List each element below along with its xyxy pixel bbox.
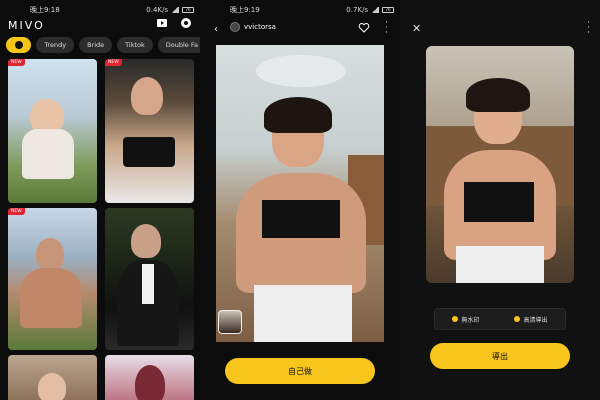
black-top	[262, 200, 340, 238]
more-options-icon[interactable]: · · ·	[587, 19, 590, 38]
status-time: 晚上9:19	[230, 6, 260, 14]
status-time: 晚上9:18	[30, 6, 60, 14]
more-options-icon[interactable]: · · ·	[385, 19, 388, 38]
template-card[interactable]	[105, 208, 194, 350]
export-button[interactable]: 導出	[430, 343, 570, 369]
result-preview[interactable]	[426, 46, 574, 283]
template-detail-screen: 晚上9:19 0.7K/s 76 ‹ vvictorsa · · · 自己做	[200, 0, 400, 400]
app-logo: MIVO	[8, 19, 45, 32]
white-pants	[456, 246, 544, 283]
do-it-yourself-button[interactable]: 自己做	[225, 358, 375, 384]
avatar	[230, 22, 240, 32]
new-badge: NEW	[105, 59, 122, 66]
tab-bride[interactable]: Bride	[79, 37, 113, 53]
no-watermark-option[interactable]: 無水印	[452, 315, 480, 324]
clock-icon	[14, 41, 23, 49]
portrait-hair	[466, 78, 530, 112]
battery-level: 76	[385, 7, 391, 12]
portrait-body	[20, 268, 82, 328]
no-watermark-label: 無水印	[461, 316, 480, 324]
battery-icon: 76	[382, 7, 394, 13]
new-badge: NEW	[8, 208, 25, 215]
portrait-body	[22, 129, 74, 179]
template-card[interactable]: NEW	[105, 59, 194, 203]
template-video-preview[interactable]	[216, 45, 384, 342]
status-bar: 晚上9:19 0.7K/s 76	[200, 4, 400, 16]
close-icon[interactable]: ✕	[412, 22, 421, 35]
white-pants	[254, 285, 352, 342]
portrait-body	[123, 137, 175, 167]
signal-icon	[171, 7, 179, 13]
hd-export-label: 高清導出	[523, 316, 548, 324]
tab-history[interactable]	[6, 37, 32, 53]
export-options: 無水印 高清導出	[434, 308, 566, 330]
creator-info[interactable]: vvictorsa	[230, 22, 276, 32]
settings-icon[interactable]	[180, 17, 192, 29]
portrait-image	[131, 77, 163, 115]
template-card[interactable]	[105, 355, 194, 400]
template-card[interactable]: NEW	[8, 208, 97, 350]
status-speed: 0.4K/s	[146, 6, 168, 14]
portrait-image	[30, 99, 64, 133]
hd-export-option[interactable]: 高清導出	[514, 315, 548, 324]
shirt	[142, 264, 154, 304]
portrait-image	[36, 238, 64, 270]
black-top	[464, 182, 534, 222]
portrait-image	[38, 373, 66, 400]
template-card[interactable]	[8, 355, 97, 400]
portrait-image	[131, 224, 161, 258]
battery-icon: 76	[182, 7, 194, 13]
tab-double-face[interactable]: Double Fa	[157, 37, 200, 53]
tab-tiktok[interactable]: Tiktok	[117, 37, 153, 53]
sparkle-icon	[452, 316, 459, 322]
face-thumbnail[interactable]	[218, 310, 242, 334]
battery-level: 76	[185, 7, 191, 12]
ceiling-light	[256, 55, 346, 87]
portrait-hair	[264, 97, 332, 133]
new-badge: NEW	[8, 59, 25, 66]
tab-trendy[interactable]: Trendy	[36, 37, 75, 53]
signal-icon	[371, 7, 379, 13]
portrait-image	[135, 365, 165, 400]
heart-icon[interactable]	[358, 22, 370, 34]
back-icon[interactable]: ‹	[214, 24, 218, 35]
export-screen: ✕ · · · 無水印 高清導出 導出	[400, 0, 600, 400]
home-screen: 晚上9:18 0.4K/s 76 MIVO Trendy Bride Tikto…	[0, 0, 200, 400]
template-card[interactable]: NEW	[8, 59, 97, 203]
sparkle-icon	[514, 316, 521, 322]
status-speed: 0.7K/s	[346, 6, 368, 14]
video-library-icon[interactable]	[156, 17, 168, 29]
status-bar: 晚上9:18 0.4K/s 76	[0, 4, 200, 16]
username: vvictorsa	[244, 23, 276, 31]
category-tabs: Trendy Bride Tiktok Double Fa	[6, 37, 200, 53]
